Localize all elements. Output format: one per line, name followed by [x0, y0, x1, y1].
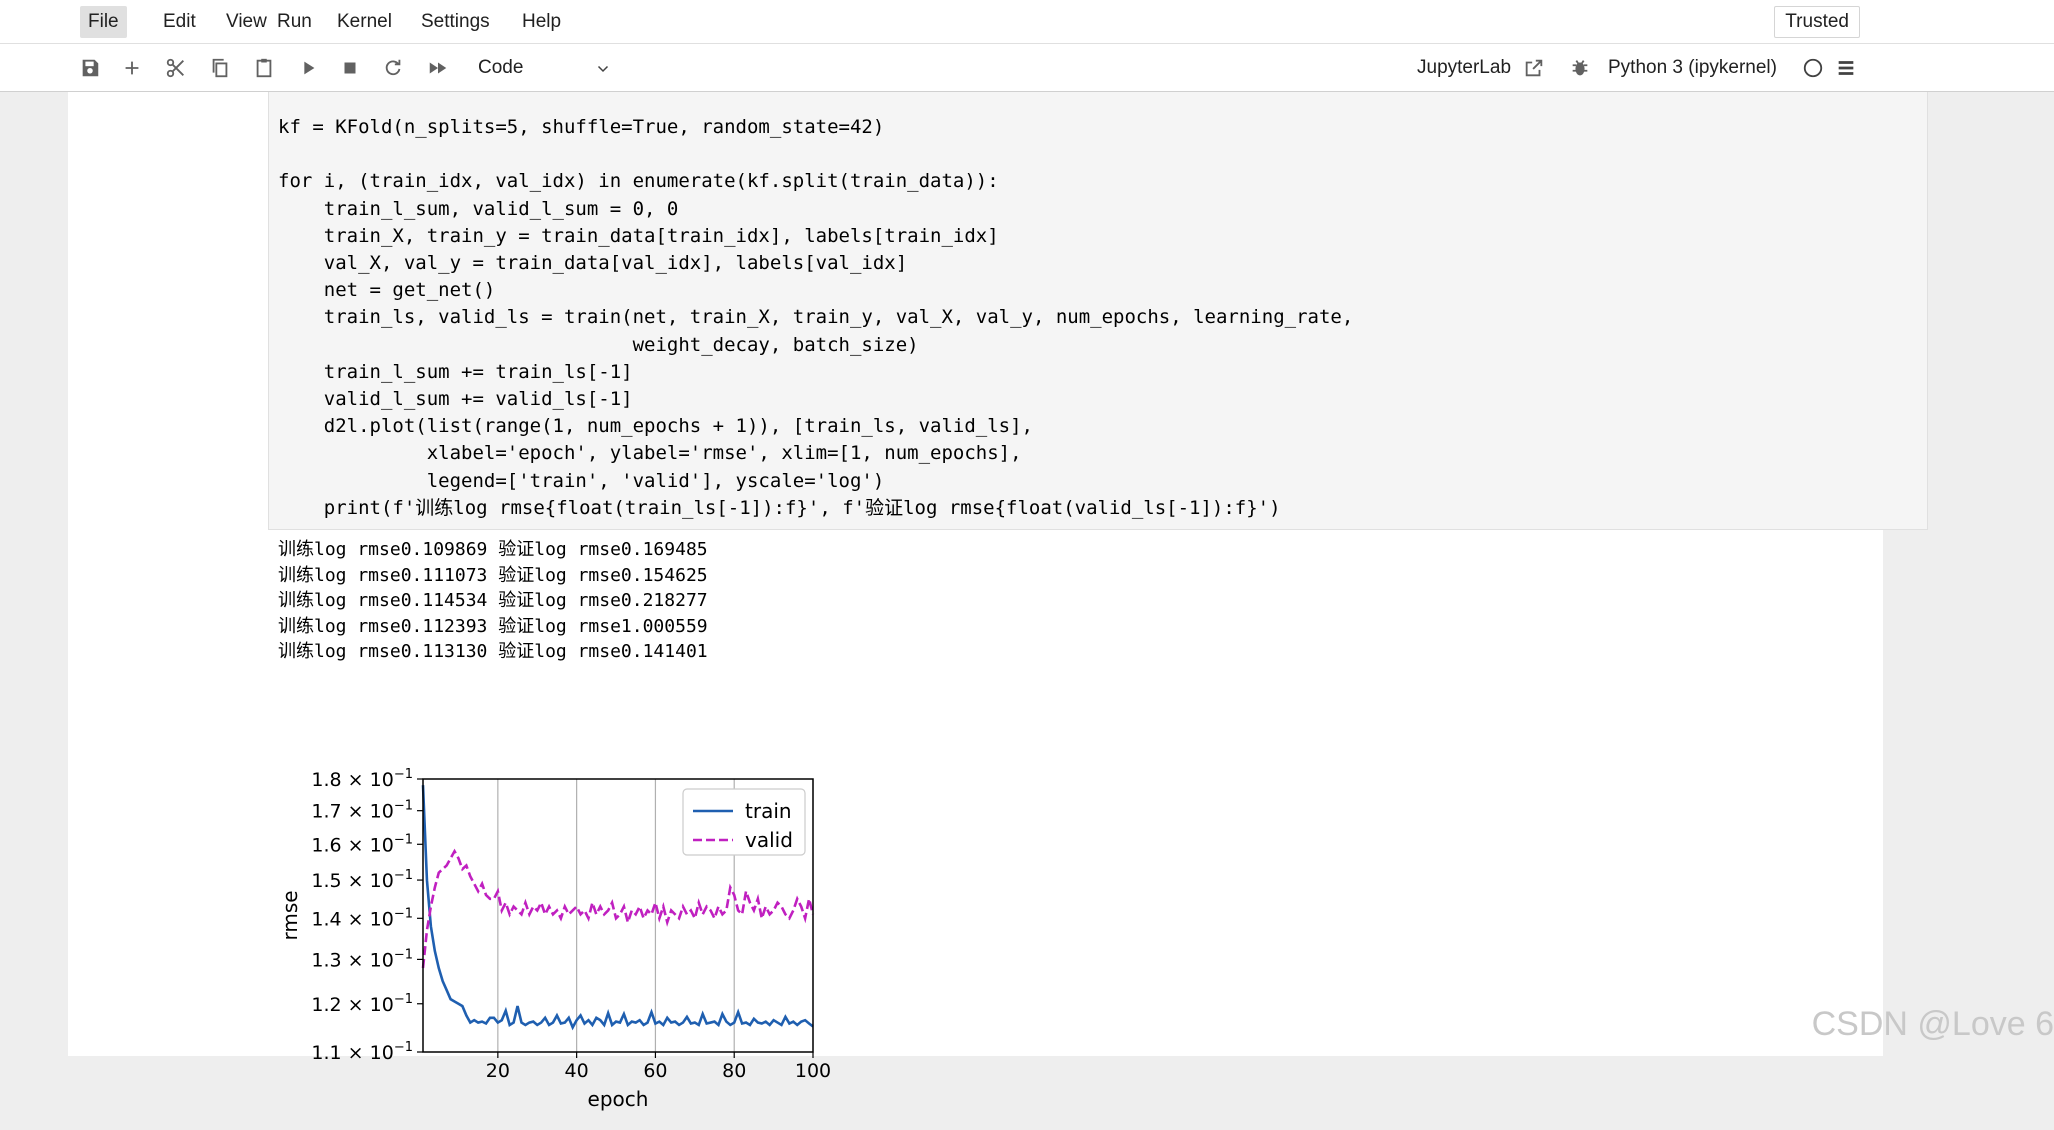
menu-edit[interactable]: Edit	[155, 6, 204, 38]
code-line: valid_l_sum += valid_ls[-1]	[278, 388, 633, 411]
external-link-icon[interactable]	[1520, 54, 1548, 82]
code-line: train_l_sum += train_ls[-1]	[278, 360, 633, 383]
y-axis-label: rmse	[278, 890, 302, 940]
jupyterlab-link[interactable]: JupyterLab	[1417, 54, 1511, 82]
x-tick-label: 60	[643, 1060, 667, 1082]
paste-icon[interactable]	[250, 54, 278, 82]
y-tick-label: 1.5 × 10−1	[311, 868, 413, 892]
y-tick-label: 1.2 × 10−1	[311, 992, 413, 1016]
add-cell-icon[interactable]	[118, 54, 146, 82]
fast-forward-icon[interactable]	[424, 54, 452, 82]
output-line: 训练log rmse0.109869 验证log rmse0.169485	[278, 539, 708, 560]
hamburger-menu-icon[interactable]	[1832, 54, 1860, 82]
legend-label-valid: valid	[745, 828, 793, 852]
stop-icon[interactable]	[336, 54, 364, 82]
code-line: print(f'训练log rmse{float(train_ls[-1]):f…	[278, 496, 1281, 519]
notebook-toolbar: Code JupyterLab Python 3 (ipykernel)	[0, 44, 2054, 92]
cell-output-text: 训练log rmse0.109869 验证log rmse0.169485 训练…	[278, 537, 708, 665]
menu-file[interactable]: File	[80, 6, 127, 38]
code-line: train_l_sum, valid_l_sum = 0, 0	[278, 197, 679, 220]
kernel-name[interactable]: Python 3 (ipykernel)	[1608, 54, 1777, 82]
y-tick-label: 1.8 × 10−1	[311, 767, 413, 791]
code-line: kf = KFold(n_splits=5, shuffle=True, ran…	[278, 116, 885, 138]
x-axis-label: epoch	[588, 1087, 649, 1111]
save-icon[interactable]	[76, 54, 104, 82]
x-tick-label: 20	[486, 1060, 510, 1082]
menu-bar: File Edit View Run Kernel Settings Help …	[0, 0, 2054, 44]
code-line: net = get_net()	[278, 279, 496, 302]
run-icon[interactable]	[294, 54, 322, 82]
series-line-valid	[421, 848, 815, 969]
output-line: 训练log rmse0.112393 验证log rmse1.000559	[278, 615, 708, 637]
code-line: legend=['train', 'valid'], yscale='log')	[278, 469, 885, 492]
cell-type-label: Code	[478, 57, 524, 78]
y-tick-label: 1.1 × 10−1	[311, 1040, 413, 1064]
y-tick-label: 1.3 × 10−1	[311, 947, 413, 971]
legend-label-train: train	[745, 799, 792, 823]
output-line: 训练log rmse0.111073 验证log rmse0.154625	[278, 564, 708, 586]
x-tick-label: 40	[565, 1060, 589, 1082]
notebook-panel: kf = KFold(n_splits=5, shuffle=True, ran…	[68, 92, 1928, 1111]
rmse-line-chart: 20 40 60 80 100 1.8 × 10−1 1.7 × 10−1 1.6 × 10−…	[278, 767, 831, 1111]
code-cell-editor[interactable]: kf = KFold(n_splits=5, shuffle=True, ran…	[268, 92, 1928, 530]
output-line: 训练log rmse0.113130 验证log rmse0.141401	[278, 641, 708, 662]
code-line: val_X, val_y = train_data[val_idx], labe…	[278, 252, 908, 275]
kernel-status-circle-icon	[1799, 54, 1827, 82]
x-tick-label: 100	[795, 1060, 831, 1082]
output-line: 训练log rmse0.114534 验证log rmse0.218277	[278, 590, 708, 611]
y-tick-label: 1.7 × 10−1	[311, 799, 413, 823]
menu-kernel[interactable]: Kernel	[329, 6, 400, 38]
code-line: train_ls, valid_ls = train(net, train_X,…	[278, 306, 1354, 329]
cell-type-select[interactable]: Code	[470, 54, 616, 82]
y-tick-label: 1.4 × 10−1	[311, 906, 413, 930]
menu-help[interactable]: Help	[514, 6, 569, 38]
menu-settings[interactable]: Settings	[413, 6, 498, 38]
cut-icon[interactable]	[162, 54, 190, 82]
code-line: xlabel='epoch', ylabel='rmse', xlim=[1, …	[278, 442, 1022, 465]
code-editor[interactable]: kf = KFold(n_splits=5, shuffle=True, ran…	[269, 114, 1353, 522]
trusted-indicator[interactable]: Trusted	[1774, 6, 1860, 38]
code-line: train_X, train_y = train_data[train_idx]…	[278, 224, 999, 247]
copy-icon[interactable]	[206, 54, 234, 82]
code-line: weight_decay, batch_size)	[278, 333, 919, 356]
y-tick-label: 1.6 × 10−1	[311, 832, 413, 856]
menu-view[interactable]: View	[218, 6, 275, 38]
restart-icon[interactable]	[379, 54, 407, 82]
code-line: d2l.plot(list(range(1, num_epochs + 1)),…	[278, 415, 1033, 438]
chevron-down-icon	[594, 54, 612, 91]
menu-run[interactable]: Run	[269, 6, 320, 38]
debugger-bug-icon[interactable]	[1566, 54, 1594, 82]
csdn-watermark: CSDN @Love 6	[1811, 1005, 2054, 1043]
code-line: for i, (train_idx, val_idx) in enumerate…	[278, 170, 999, 193]
x-tick-label: 80	[722, 1060, 746, 1082]
